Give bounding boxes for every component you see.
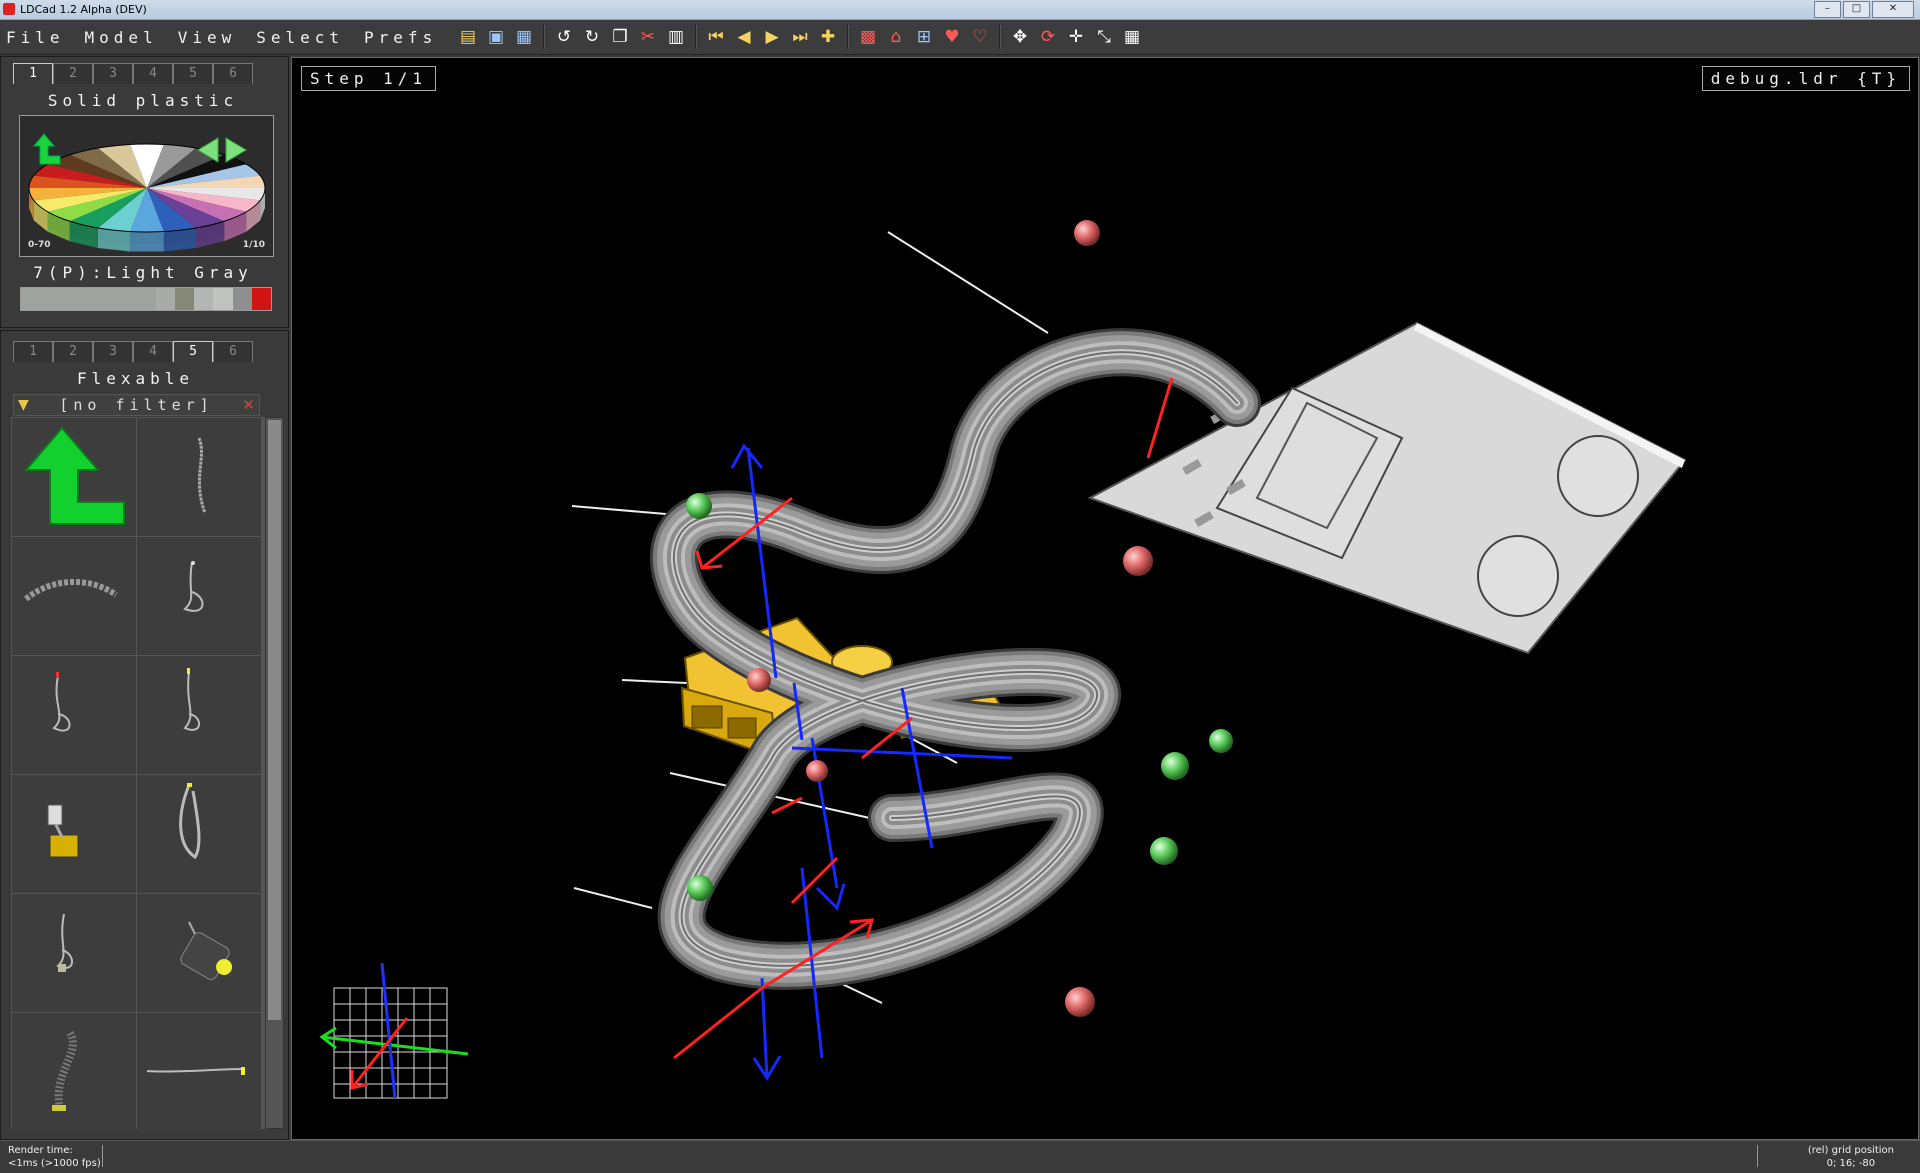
app-icon	[3, 3, 15, 15]
color-wheel[interactable]: 0-70 1/10	[19, 115, 274, 257]
next-page-icon	[225, 137, 247, 163]
part-connector-assembly[interactable]	[12, 775, 136, 893]
color-group-title: Solid plastic	[47, 91, 239, 110]
toolbar: ▤ ▣ ▦ ↺ ↻ ❐ ✂ ▥ ⏮ ◀ ▶ ⏭ ✚ ▩ ⌂ ⊞ ♥ ♡ ✥ ⟳ …	[455, 25, 1145, 49]
part-flex-wire[interactable]	[137, 1013, 261, 1131]
clear-filter-icon[interactable]: ✕	[242, 396, 255, 414]
up-arrow-icon	[23, 426, 125, 525]
maximize-button[interactable]: □	[1843, 1, 1870, 18]
menu-file[interactable]: File	[6, 28, 65, 47]
selected-color-label: 7(P):Light Gray	[33, 263, 253, 282]
color-tab-4[interactable]: 4	[133, 63, 173, 84]
first-step-icon[interactable]: ⏮	[703, 25, 729, 49]
title-bar: LDCad 1.2 Alpha (DEV) – □ ✕	[0, 0, 1920, 20]
color-swatch[interactable]	[232, 288, 252, 310]
save-all-icon[interactable]: ▦	[511, 25, 537, 49]
render-time-value: <1ms (>1000 fps)	[8, 1158, 101, 1169]
model-icon[interactable]: ▩	[855, 25, 881, 49]
close-button[interactable]: ✕	[1872, 1, 1914, 18]
parts-tab-1[interactable]: 1	[13, 341, 53, 362]
parts-bin-panel: 1 2 3 4 5 6 Flexable ▼ [no filter] ✕	[0, 330, 289, 1140]
grid-position-label: (rel) grid position	[1807, 1145, 1894, 1156]
menu-select[interactable]: Select	[256, 28, 344, 47]
minimize-button[interactable]: –	[1814, 1, 1841, 18]
color-tab-6[interactable]: 6	[213, 63, 253, 84]
grid-gizmo	[319, 962, 469, 1099]
color-tab-3[interactable]: 3	[93, 63, 133, 84]
part-flex-spring[interactable]	[12, 894, 136, 1012]
color-swatch[interactable]	[174, 288, 195, 310]
menu-model[interactable]: Model	[85, 28, 158, 47]
part-flex-loop-red[interactable]	[12, 656, 136, 774]
wheel-side-slice	[130, 231, 164, 252]
zoom-fit-icon[interactable]: ⤡	[1091, 25, 1117, 49]
grid-icon[interactable]: ▦	[1119, 25, 1145, 49]
undo-icon[interactable]: ↺	[551, 25, 577, 49]
copy-icon[interactable]: ❐	[607, 25, 633, 49]
color-tab-5[interactable]: 5	[173, 63, 213, 84]
pan-icon[interactable]: ✛	[1063, 25, 1089, 49]
part-up-arrow[interactable]	[12, 418, 136, 536]
status-bar: Render time: <1ms (>1000 fps) (rel) grid…	[0, 1140, 1920, 1173]
parts-scrollbar[interactable]	[265, 417, 284, 1129]
parts-tab-4[interactable]: 4	[133, 341, 173, 362]
parts-group-title: Flexable	[76, 369, 195, 388]
scroll-thumb[interactable]	[268, 420, 281, 1020]
recent-colors	[20, 287, 272, 311]
save-icon[interactable]: ▣	[483, 25, 509, 49]
color-swatch[interactable]	[21, 288, 156, 310]
part-flex-loop-yellow[interactable]	[137, 656, 261, 774]
last-step-icon[interactable]: ⏭	[787, 25, 813, 49]
cut-icon[interactable]: ✂	[635, 25, 661, 49]
3d-viewport[interactable]: Step 1/1 debug.ldr {T}	[291, 57, 1919, 1140]
filter-text: [no filter]	[59, 396, 214, 414]
part-flex-thin[interactable]	[137, 418, 261, 536]
color-swatch[interactable]	[194, 288, 214, 310]
scene-canvas[interactable]	[292, 58, 1918, 1139]
heart-break-icon[interactable]: ♡	[967, 25, 993, 49]
rotate-icon[interactable]: ⟳	[1035, 25, 1061, 49]
parts-tab-5[interactable]: 5	[173, 341, 213, 362]
parts-grid	[11, 417, 265, 1131]
part-ribbed-hose[interactable]	[12, 1013, 136, 1131]
color-swatch[interactable]	[155, 288, 175, 310]
add-step-icon[interactable]: ✚	[815, 25, 841, 49]
menu-view[interactable]: View	[178, 28, 237, 47]
step-indicator[interactable]: Step 1/1	[301, 66, 437, 91]
color-swatch[interactable]	[213, 288, 233, 310]
color-bin-panel: 1 2 3 4 5 6 Solid plastic 0-70 1/10 7(P)…	[0, 56, 289, 328]
open-icon[interactable]: ▤	[455, 25, 481, 49]
home-icon[interactable]: ⌂	[883, 25, 909, 49]
guide-lines	[571, 231, 1049, 1004]
part-flex-hook[interactable]	[137, 775, 261, 893]
parts-tab-6[interactable]: 6	[213, 341, 253, 362]
up-arrow-icon	[32, 133, 61, 165]
wheel-range-label: 0-70	[28, 240, 51, 250]
wheel-page-label: 1/10	[242, 240, 265, 250]
filter-bar[interactable]: ▼ [no filter] ✕	[13, 394, 260, 416]
render-time: Render time: <1ms (>1000 fps)	[8, 1144, 101, 1170]
prev-step-icon[interactable]: ◀	[731, 25, 757, 49]
parts-tab-3[interactable]: 3	[93, 341, 133, 362]
redo-icon[interactable]: ↻	[579, 25, 605, 49]
grid-position: (rel) grid position 0; 16; -80	[1808, 1144, 1894, 1170]
color-swatch[interactable]	[251, 288, 272, 310]
grid-position-value: 0; 16; -80	[1826, 1158, 1876, 1169]
menu-prefs[interactable]: Prefs	[364, 28, 437, 47]
paste-icon[interactable]: ▥	[663, 25, 689, 49]
model-file-label[interactable]: debug.ldr {T}	[1701, 66, 1910, 91]
move-icon[interactable]: ✥	[1007, 25, 1033, 49]
color-tab-1[interactable]: 1	[13, 63, 53, 84]
heart-icon[interactable]: ♥	[939, 25, 965, 49]
part-flex-chain[interactable]	[12, 537, 136, 655]
menu-bar: File Model View Select Prefs ▤ ▣ ▦ ↺ ↻ ❐…	[0, 20, 1920, 55]
window-title: LDCad 1.2 Alpha (DEV)	[20, 3, 147, 16]
next-step-icon[interactable]: ▶	[759, 25, 785, 49]
part-motor[interactable]	[137, 894, 261, 1012]
part-flex-loop[interactable]	[137, 537, 261, 655]
rotate-origin-icon[interactable]: ⊞	[911, 25, 937, 49]
parts-tab-2[interactable]: 2	[53, 341, 93, 362]
render-time-label: Render time:	[8, 1145, 73, 1156]
color-tab-2[interactable]: 2	[53, 63, 93, 84]
